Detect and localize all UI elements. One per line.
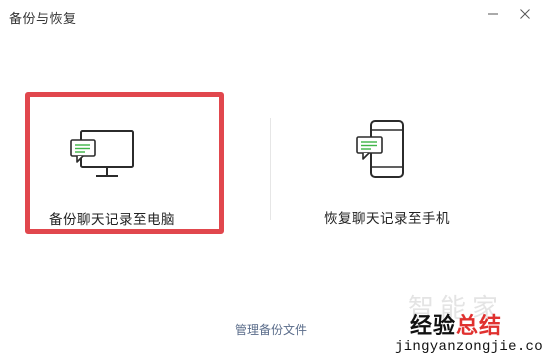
close-icon [520, 9, 530, 19]
watermark-logo-part1: 经验 [410, 314, 457, 339]
restore-to-phone-option[interactable]: 恢复聊天记录至手机 [290, 92, 486, 232]
restore-to-phone-label: 恢复聊天记录至手机 [324, 211, 450, 227]
watermark-logo: 经验总结 [410, 308, 502, 340]
monitor-chat-icon [68, 125, 138, 195]
watermark-logo-part2: 总结 [456, 314, 503, 339]
backup-to-pc-option[interactable]: 备份聊天记录至电脑 [25, 92, 224, 234]
backup-restore-window: 备份与恢复 备份聊天记录至电脑 恢复聊天记录至手机 管理备份文件 智能家 经验总… [0, 0, 542, 363]
phone-chat-icon [352, 119, 412, 189]
minimize-icon [488, 13, 498, 15]
backup-to-pc-label: 备份聊天记录至电脑 [49, 212, 175, 228]
window-title: 备份与恢复 [9, 12, 77, 27]
watermark-url: jingyanzongjie.com [395, 339, 542, 355]
divider [270, 118, 271, 220]
close-button[interactable] [510, 2, 540, 26]
minimize-button[interactable] [478, 2, 508, 26]
